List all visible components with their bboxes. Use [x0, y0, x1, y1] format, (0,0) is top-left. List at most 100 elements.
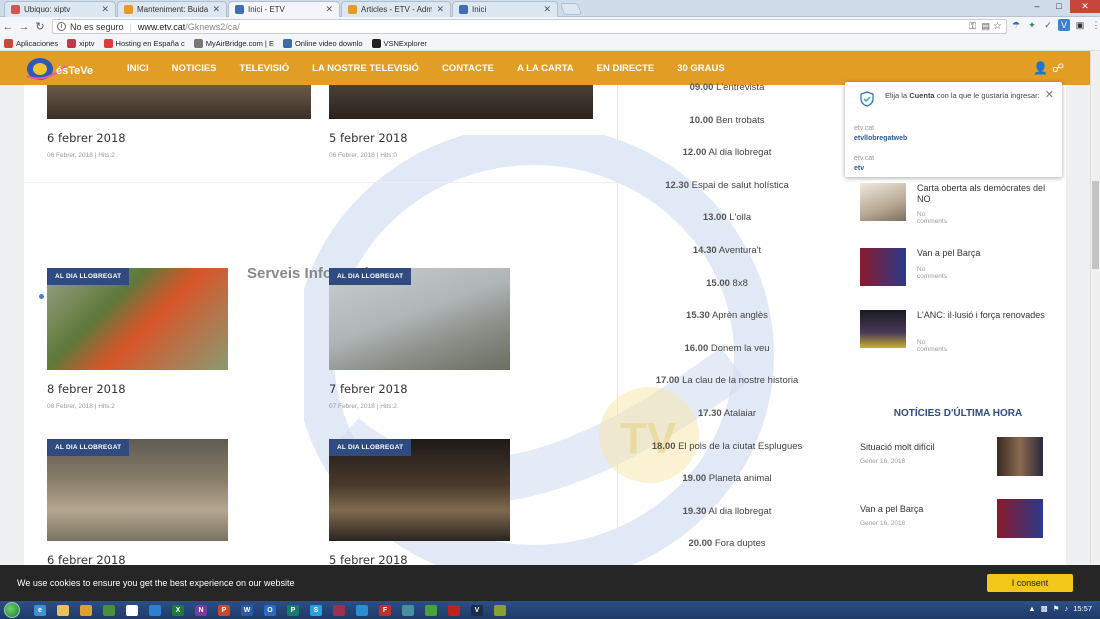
- schedule-row[interactable]: 19.30 Al dia llobregat: [618, 506, 836, 517]
- news-title[interactable]: Situació molt difícil: [860, 442, 935, 452]
- tab-close-icon[interactable]: ✕: [325, 4, 333, 15]
- category-badge[interactable]: AL DIA LLOBREGAT: [47, 439, 130, 456]
- share-icon[interactable]: ☍: [1052, 61, 1064, 75]
- reload-icon[interactable]: ↻: [32, 20, 48, 33]
- browser-tab[interactable]: Manteniment: Buida la m✕: [117, 1, 227, 17]
- chrome-icon[interactable]: [99, 602, 119, 618]
- app5-icon[interactable]: [421, 602, 441, 618]
- explorer-icon[interactable]: [53, 602, 73, 618]
- sidebar-post-title[interactable]: Van a pel Barça: [917, 248, 1052, 259]
- menu-item[interactable]: 30 GRAUS: [677, 63, 725, 74]
- schedule-row[interactable]: 15.00 8x8: [618, 278, 836, 289]
- excel-icon[interactable]: X: [168, 602, 188, 618]
- maximize-button[interactable]: □: [1048, 0, 1070, 13]
- close-window-button[interactable]: ✕: [1070, 0, 1100, 13]
- sidebar-post-title[interactable]: L'ANC: il·lusió i força renovades: [917, 310, 1052, 321]
- browser-tab[interactable]: Articles - ETV - Administ✕: [341, 1, 451, 17]
- post-thumbnail[interactable]: AL DIA LLOBREGAT: [329, 439, 510, 541]
- schedule-row[interactable]: 13.00 L'olla: [618, 212, 836, 223]
- app-icon[interactable]: [122, 602, 142, 618]
- post-thumbnail[interactable]: AL DIA LLOBREGAT: [329, 268, 510, 370]
- v-ext-icon[interactable]: V: [1058, 19, 1070, 31]
- schedule-row[interactable]: 12.30 Espai de salut holística: [618, 180, 836, 191]
- word-icon[interactable]: W: [237, 602, 257, 618]
- schedule-row[interactable]: 17.00 La clau de la nostre historia: [618, 375, 836, 386]
- menu-item[interactable]: CONTACTE: [442, 63, 494, 74]
- schedule-row[interactable]: 17.30 Atalaiar: [618, 408, 836, 419]
- volume-icon[interactable]: ♪: [1064, 604, 1068, 613]
- filezilla-icon[interactable]: F: [375, 602, 395, 618]
- bookmark-item[interactable]: MyAirBridge.com | E: [193, 38, 274, 48]
- schedule-row[interactable]: 09.00 L'entrevista: [618, 82, 836, 93]
- powerpoint-icon[interactable]: P: [214, 602, 234, 618]
- post-title[interactable]: 6 febrer 2018: [47, 131, 126, 145]
- menu-item[interactable]: A LA CARTA: [517, 63, 574, 74]
- carousel-dot[interactable]: [39, 294, 44, 299]
- edge-icon[interactable]: [145, 602, 165, 618]
- browser-tab[interactable]: Ubiquo: xiptv ✕: [4, 1, 116, 17]
- translate-icon[interactable]: ▤: [981, 21, 990, 32]
- key-icon[interactable]: ⚿: [969, 21, 976, 32]
- cookie-consent-button[interactable]: I consent: [987, 574, 1073, 592]
- page-scrollbar[interactable]: [1090, 51, 1100, 565]
- tab-close-icon[interactable]: ✕: [436, 4, 444, 15]
- account-host[interactable]: etv.cat: [854, 125, 874, 132]
- browser-tab[interactable]: Inici ✕: [452, 1, 558, 17]
- category-badge[interactable]: AL DIA LLOBREGAT: [329, 268, 412, 285]
- vs-icon[interactable]: V: [467, 602, 487, 618]
- tab-close-icon[interactable]: ✕: [543, 4, 551, 15]
- post-thumbnail[interactable]: [860, 310, 906, 348]
- schedule-row[interactable]: 12.00 Al dia llobregat: [618, 147, 836, 158]
- chrome-menu-icon[interactable]: ⋮: [1090, 19, 1100, 31]
- site-logo[interactable]: ésTeVe: [24, 54, 96, 83]
- menu-item[interactable]: INICI: [127, 63, 149, 74]
- post-title[interactable]: 5 febrer 2018: [329, 131, 408, 145]
- post-title[interactable]: 5 febrer 2018: [329, 553, 408, 565]
- bookmark-star-icon[interactable]: ☆: [993, 21, 1002, 32]
- post-title[interactable]: 6 febrer 2018: [47, 553, 126, 565]
- post-thumbnail[interactable]: AL DIA LLOBREGAT: [47, 268, 228, 370]
- ie-icon[interactable]: e: [30, 602, 50, 618]
- publisher-icon[interactable]: P: [283, 602, 303, 618]
- flag-icon[interactable]: ⚑: [1053, 604, 1060, 613]
- app4-icon[interactable]: [398, 602, 418, 618]
- shield-ext-icon[interactable]: ☂: [1010, 19, 1022, 31]
- category-badge[interactable]: AL DIA LLOBREGAT: [47, 268, 130, 285]
- cast-ext-icon[interactable]: ▣: [1074, 19, 1086, 31]
- schedule-row[interactable]: 15.30 Aprèn anglès: [618, 310, 836, 321]
- network-icon[interactable]: ▩: [1041, 604, 1048, 613]
- news-title[interactable]: Van a pel Barça: [860, 504, 923, 514]
- app6-icon[interactable]: [444, 602, 464, 618]
- post-thumbnail[interactable]: [329, 85, 593, 119]
- back-icon[interactable]: ←: [0, 21, 16, 33]
- menu-item[interactable]: TELEVISIÓ: [240, 63, 290, 74]
- url-input[interactable]: i No es seguro | www.etv.cat/Gknews2/ca/…: [52, 19, 1007, 34]
- post-thumbnail[interactable]: [860, 248, 906, 286]
- schedule-row[interactable]: 10.00 Ben trobats: [618, 115, 836, 126]
- app2-icon[interactable]: [329, 602, 349, 618]
- new-tab-button[interactable]: [559, 3, 583, 15]
- media-icon[interactable]: [76, 602, 96, 618]
- app3-icon[interactable]: [352, 602, 372, 618]
- schedule-row[interactable]: 16.00 Donem la veu: [618, 343, 836, 354]
- news-thumbnail[interactable]: [997, 499, 1043, 538]
- clock[interactable]: 15:57: [1073, 604, 1092, 613]
- tab-close-icon[interactable]: ✕: [101, 4, 109, 15]
- account-host[interactable]: etv.cat: [854, 155, 874, 162]
- skype-icon[interactable]: S: [306, 602, 326, 618]
- category-badge[interactable]: AL DIA LLOBREGAT: [329, 439, 412, 456]
- account-user[interactable]: etv: [854, 165, 864, 172]
- schedule-row[interactable]: 20.00 Fora duptes: [618, 538, 836, 549]
- menu-item[interactable]: EN DIRECTE: [597, 63, 655, 74]
- sidebar-post-title[interactable]: Carta oberta als demòcrates del NO: [917, 183, 1052, 205]
- bookmark-item[interactable]: Aplicaciones: [4, 38, 58, 48]
- account-user[interactable]: etvllobregatweb: [854, 135, 907, 142]
- schedule-row[interactable]: 19.00 Planeta animal: [618, 473, 836, 484]
- puzzle-ext-icon[interactable]: ✦: [1026, 19, 1038, 31]
- news-thumbnail[interactable]: [997, 437, 1043, 476]
- menu-item[interactable]: LA NOSTRE TELEVISIÓ: [312, 63, 419, 74]
- post-title[interactable]: 8 febrer 2018: [47, 382, 126, 396]
- bookmark-item[interactable]: VSNExplorer: [371, 38, 427, 48]
- user-icon[interactable]: 👤: [1033, 61, 1048, 75]
- app7-icon[interactable]: [490, 602, 510, 618]
